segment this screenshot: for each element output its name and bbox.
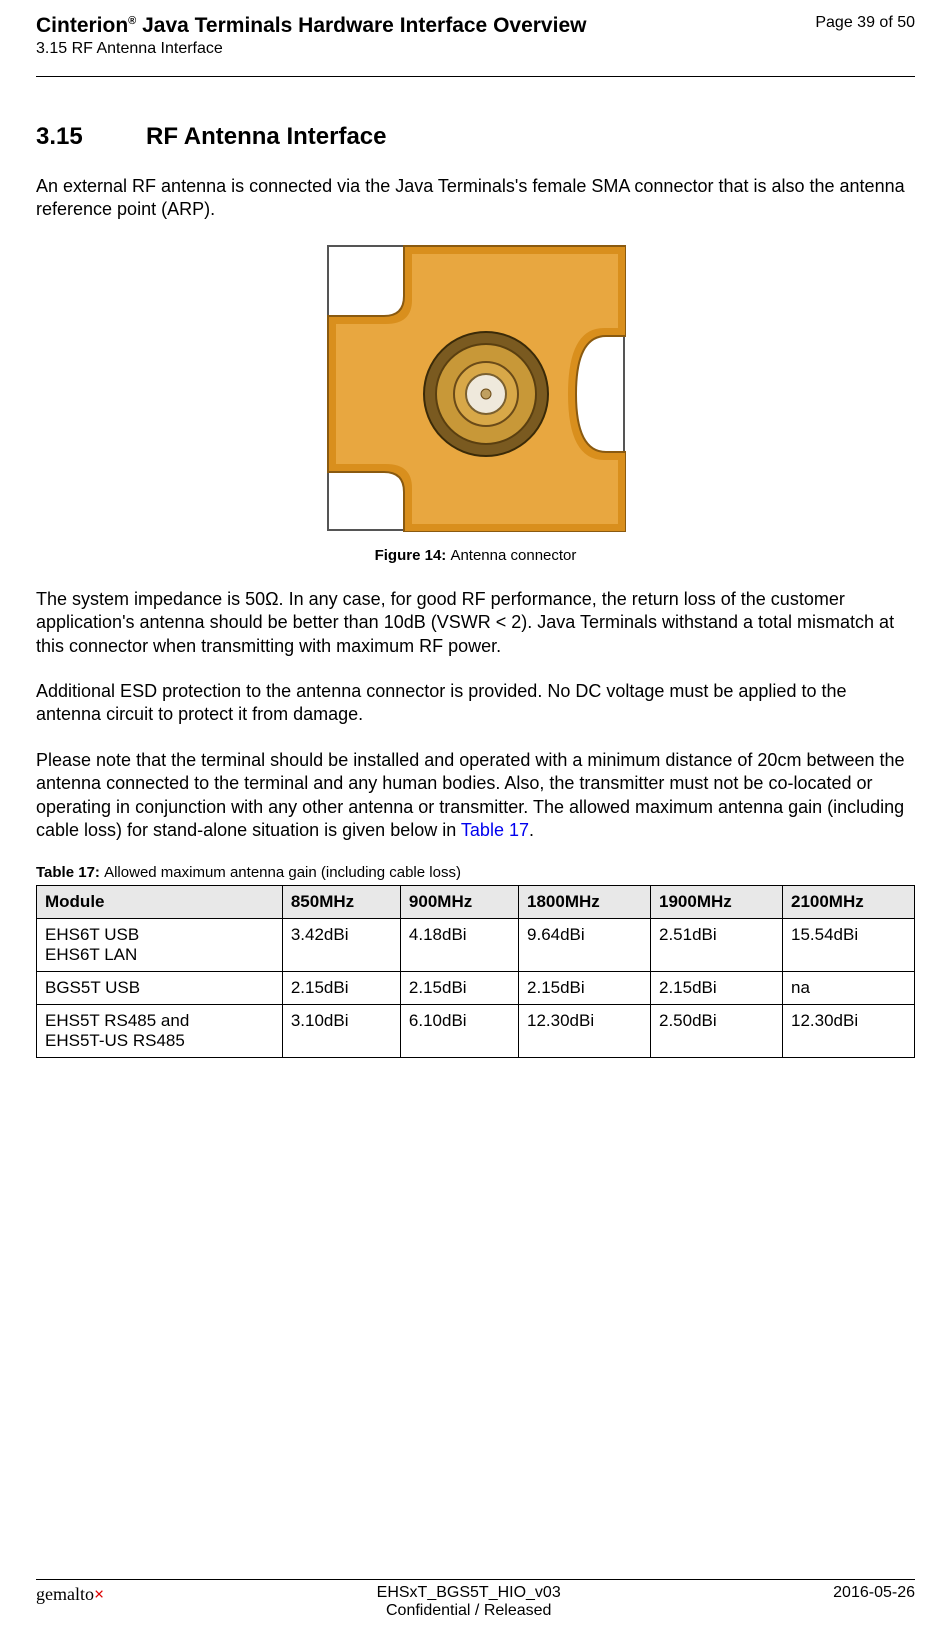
cell-1900: 2.15dBi — [651, 972, 783, 1005]
figure-antenna-connector — [36, 244, 915, 537]
module-line2: EHS5T-US RS485 — [45, 1031, 185, 1050]
logo-text: gemalto — [36, 1584, 94, 1604]
cell-1800: 2.15dBi — [519, 972, 651, 1005]
section-title: RF Antenna Interface — [146, 123, 386, 150]
paragraph-1: An external RF antenna is connected via … — [36, 175, 915, 222]
page-marker: Page 39 of 50 — [815, 14, 915, 32]
doc-subheader: 3.15 RF Antenna Interface — [36, 40, 586, 58]
cell-900: 6.10dBi — [400, 1005, 518, 1058]
table17-caption-text: Allowed maximum antenna gain (including … — [104, 864, 461, 881]
doc-title-prefix: Cinterion — [36, 14, 128, 37]
page-footer: gemalto× EHSxT_BGS5T_HIO_v03 Confidentia… — [36, 1579, 915, 1620]
module-line1: EHS5T RS485 and — [45, 1011, 189, 1030]
footer-rule — [36, 1579, 915, 1580]
table17-label: Table 17: — [36, 864, 100, 881]
doc-title-rest: Java Terminals Hardware Interface Overvi… — [136, 14, 586, 37]
cell-900: 2.15dBi — [400, 972, 518, 1005]
cell-1900: 2.50dBi — [651, 1005, 783, 1058]
figure-label: Figure 14: — [375, 547, 447, 564]
table-row: EHS6T USB EHS6T LAN 3.42dBi 4.18dBi 9.64… — [37, 919, 915, 972]
module-line1: EHS6T USB — [45, 925, 139, 944]
cell-module: EHS5T RS485 and EHS5T-US RS485 — [37, 1005, 283, 1058]
header-rule — [36, 76, 915, 77]
logo-mark: × — [94, 1584, 104, 1604]
table17-link[interactable]: Table 17 — [461, 820, 529, 840]
th-2100: 2100MHz — [782, 886, 914, 919]
section-number: 3.15 — [36, 123, 146, 151]
doc-version: EHSxT_BGS5T_HIO_v03 — [104, 1584, 833, 1602]
confidential-label: Confidential / Released — [104, 1602, 833, 1620]
th-850: 850MHz — [282, 886, 400, 919]
cell-2100: 12.30dBi — [782, 1005, 914, 1058]
figure-caption: Figure 14: Antenna connector — [36, 547, 915, 564]
cell-2100: na — [782, 972, 914, 1005]
cell-850: 2.15dBi — [282, 972, 400, 1005]
antenna-connector-image — [326, 244, 626, 532]
th-1800: 1800MHz — [519, 886, 651, 919]
table-row: EHS5T RS485 and EHS5T-US RS485 3.10dBi 6… — [37, 1005, 915, 1058]
paragraph-4b: . — [529, 820, 534, 840]
figure-caption-text: Antenna connector — [450, 547, 576, 564]
cell-module: EHS6T USB EHS6T LAN — [37, 919, 283, 972]
gemalto-logo: gemalto× — [36, 1584, 104, 1620]
table17-caption: Table 17: Allowed maximum antenna gain (… — [36, 864, 915, 881]
paragraph-4: Please note that the terminal should be … — [36, 749, 915, 843]
paragraph-3: Additional ESD protection to the antenna… — [36, 680, 915, 727]
th-1900: 1900MHz — [651, 886, 783, 919]
th-module: Module — [37, 886, 283, 919]
cell-1800: 12.30dBi — [519, 1005, 651, 1058]
cell-850: 3.42dBi — [282, 919, 400, 972]
cell-module: BGS5T USB — [37, 972, 283, 1005]
module-line2: EHS6T LAN — [45, 945, 137, 964]
table-header-row: Module 850MHz 900MHz 1800MHz 1900MHz 210… — [37, 886, 915, 919]
section-heading: 3.15RF Antenna Interface — [36, 123, 915, 151]
cell-2100: 15.54dBi — [782, 919, 914, 972]
cell-1900: 2.51dBi — [651, 919, 783, 972]
th-900: 900MHz — [400, 886, 518, 919]
table-row: BGS5T USB 2.15dBi 2.15dBi 2.15dBi 2.15dB… — [37, 972, 915, 1005]
cell-1800: 9.64dBi — [519, 919, 651, 972]
footer-date: 2016-05-26 — [833, 1584, 915, 1620]
table17: Module 850MHz 900MHz 1800MHz 1900MHz 210… — [36, 885, 915, 1058]
cell-900: 4.18dBi — [400, 919, 518, 972]
paragraph-2: The system impedance is 50Ω. In any case… — [36, 588, 915, 658]
cell-850: 3.10dBi — [282, 1005, 400, 1058]
